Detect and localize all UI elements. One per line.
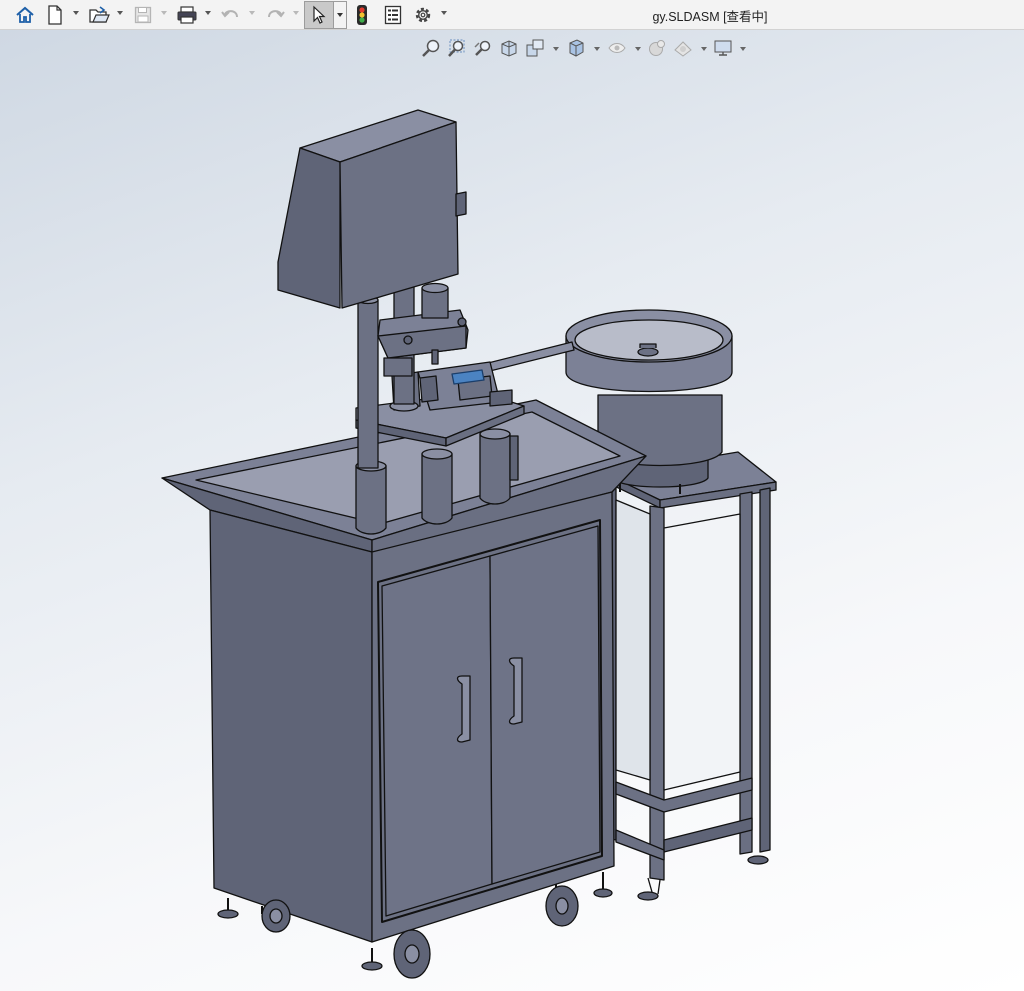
new-document-button[interactable]: [43, 3, 67, 27]
redo-icon: [268, 10, 285, 18]
open-dropdown-arrow[interactable]: [117, 11, 123, 15]
document-title: gy.SLDASM [查看中]: [652, 10, 768, 24]
print-button[interactable]: [174, 3, 200, 27]
file-properties-icon: [384, 5, 402, 25]
home-icon: [16, 6, 34, 23]
assembly-model-view[interactable]: [0, 30, 1024, 991]
undo-icon: [221, 10, 238, 18]
save-dropdown-arrow[interactable]: [161, 11, 167, 15]
save-button[interactable]: [131, 3, 155, 27]
save-icon: [134, 6, 152, 24]
undo-dropdown-arrow[interactable]: [249, 11, 255, 15]
options-button[interactable]: [411, 3, 435, 27]
redo-button[interactable]: [263, 3, 287, 27]
open-folder-icon: [89, 6, 110, 23]
print-icon: [177, 6, 197, 24]
home-button[interactable]: [12, 3, 38, 27]
print-dropdown-arrow[interactable]: [205, 11, 211, 15]
select-button[interactable]: [304, 1, 334, 29]
redo-dropdown-arrow[interactable]: [293, 11, 299, 15]
press-head-enclosure: [277, 109, 467, 309]
feeder-stand: [593, 451, 777, 901]
gear-icon: [415, 7, 431, 23]
file-properties-button[interactable]: [381, 3, 405, 27]
options-dropdown-arrow[interactable]: [441, 11, 447, 15]
open-button[interactable]: [86, 3, 112, 27]
select-arrow-icon: [313, 5, 326, 24]
machine-cabinet: [161, 399, 647, 979]
undo-button[interactable]: [219, 3, 243, 27]
rebuild-button[interactable]: [352, 3, 372, 27]
title-toolbar: gy.SLDASM [查看中]: [0, 0, 1024, 30]
chevron-down-icon: [337, 13, 343, 17]
select-dropdown-button[interactable]: [334, 1, 347, 29]
new-dropdown-arrow[interactable]: [73, 11, 79, 15]
graphics-viewport[interactable]: [0, 30, 1024, 991]
traffic-light-icon: [357, 5, 367, 25]
new-document-icon: [48, 5, 62, 25]
